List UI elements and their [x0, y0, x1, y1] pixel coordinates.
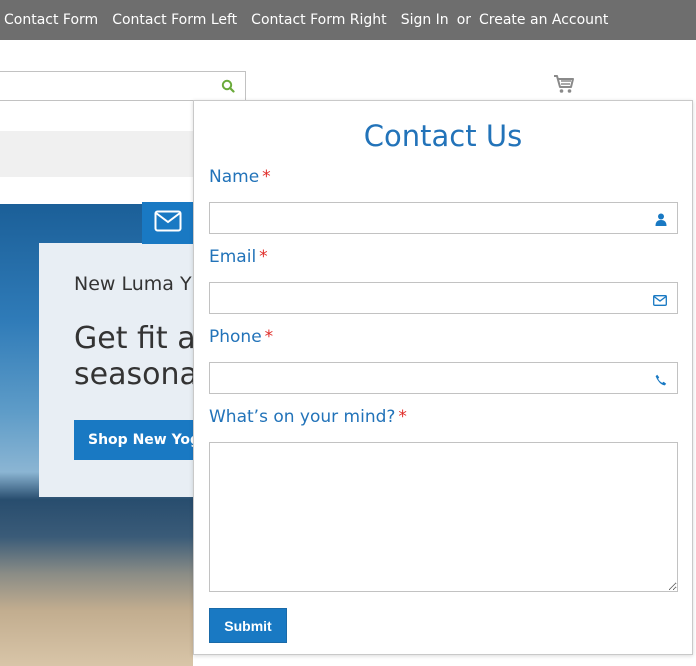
search-input[interactable] — [0, 72, 215, 100]
link-sign-in[interactable]: Sign In — [401, 12, 449, 28]
link-contact-form-left[interactable]: Contact Form Left — [112, 12, 237, 28]
link-contact-form[interactable]: Contact Form — [4, 12, 98, 28]
envelope-icon — [154, 210, 182, 236]
navigation-bar — [0, 131, 193, 177]
phone-input[interactable] — [210, 363, 646, 393]
message-label-text: What’s on your mind? — [209, 407, 396, 427]
name-label: Name * — [209, 167, 271, 187]
name-label-text: Name — [209, 167, 260, 187]
contact-form-panel: Contact Us Name * Email * Phone * What’s… — [193, 100, 693, 655]
user-icon — [655, 211, 667, 230]
phone-label: Phone * — [209, 327, 273, 347]
message-textarea[interactable] — [209, 442, 678, 592]
email-label-text: Email — [209, 247, 257, 267]
hero-title-line2: seasona — [74, 357, 193, 392]
name-input[interactable] — [210, 203, 646, 233]
shop-new-yoga-button[interactable]: Shop New Yoga — [74, 420, 193, 460]
phone-label-text: Phone — [209, 327, 262, 347]
contact-toggle-tab[interactable] — [142, 202, 194, 244]
top-header-bar: Contact Form Contact Form Left Contact F… — [0, 0, 696, 40]
email-input[interactable] — [210, 283, 646, 313]
message-label: What’s on your mind? * — [209, 407, 407, 427]
required-mark: * — [259, 247, 268, 267]
submit-button[interactable]: Submit — [209, 608, 287, 643]
search-icon[interactable] — [221, 78, 235, 97]
contact-title: Contact Us — [363, 119, 523, 153]
hero-title-line1: Get fit ar — [74, 321, 193, 356]
link-create-account[interactable]: Create an Account — [479, 12, 608, 28]
link-contact-form-right[interactable]: Contact Form Right — [251, 12, 387, 28]
search-box — [0, 71, 246, 101]
phone-field — [209, 362, 678, 394]
hero-card: New Luma Y Get fit ar seasona Shop New Y… — [39, 243, 193, 497]
cart-icon[interactable] — [553, 74, 575, 98]
envelope-icon — [653, 291, 667, 310]
hero-subtitle: New Luma Y — [74, 273, 192, 295]
email-label: Email * — [209, 247, 268, 267]
required-mark: * — [264, 327, 274, 347]
name-field — [209, 202, 678, 234]
hero-title: Get fit ar seasona — [74, 321, 193, 393]
required-mark: * — [398, 407, 407, 427]
required-mark: * — [262, 167, 271, 187]
email-field — [209, 282, 678, 314]
or-separator: or — [456, 12, 472, 28]
phone-icon — [655, 371, 667, 390]
hero-banner: New Luma Y Get fit ar seasona Shop New Y… — [0, 204, 193, 666]
